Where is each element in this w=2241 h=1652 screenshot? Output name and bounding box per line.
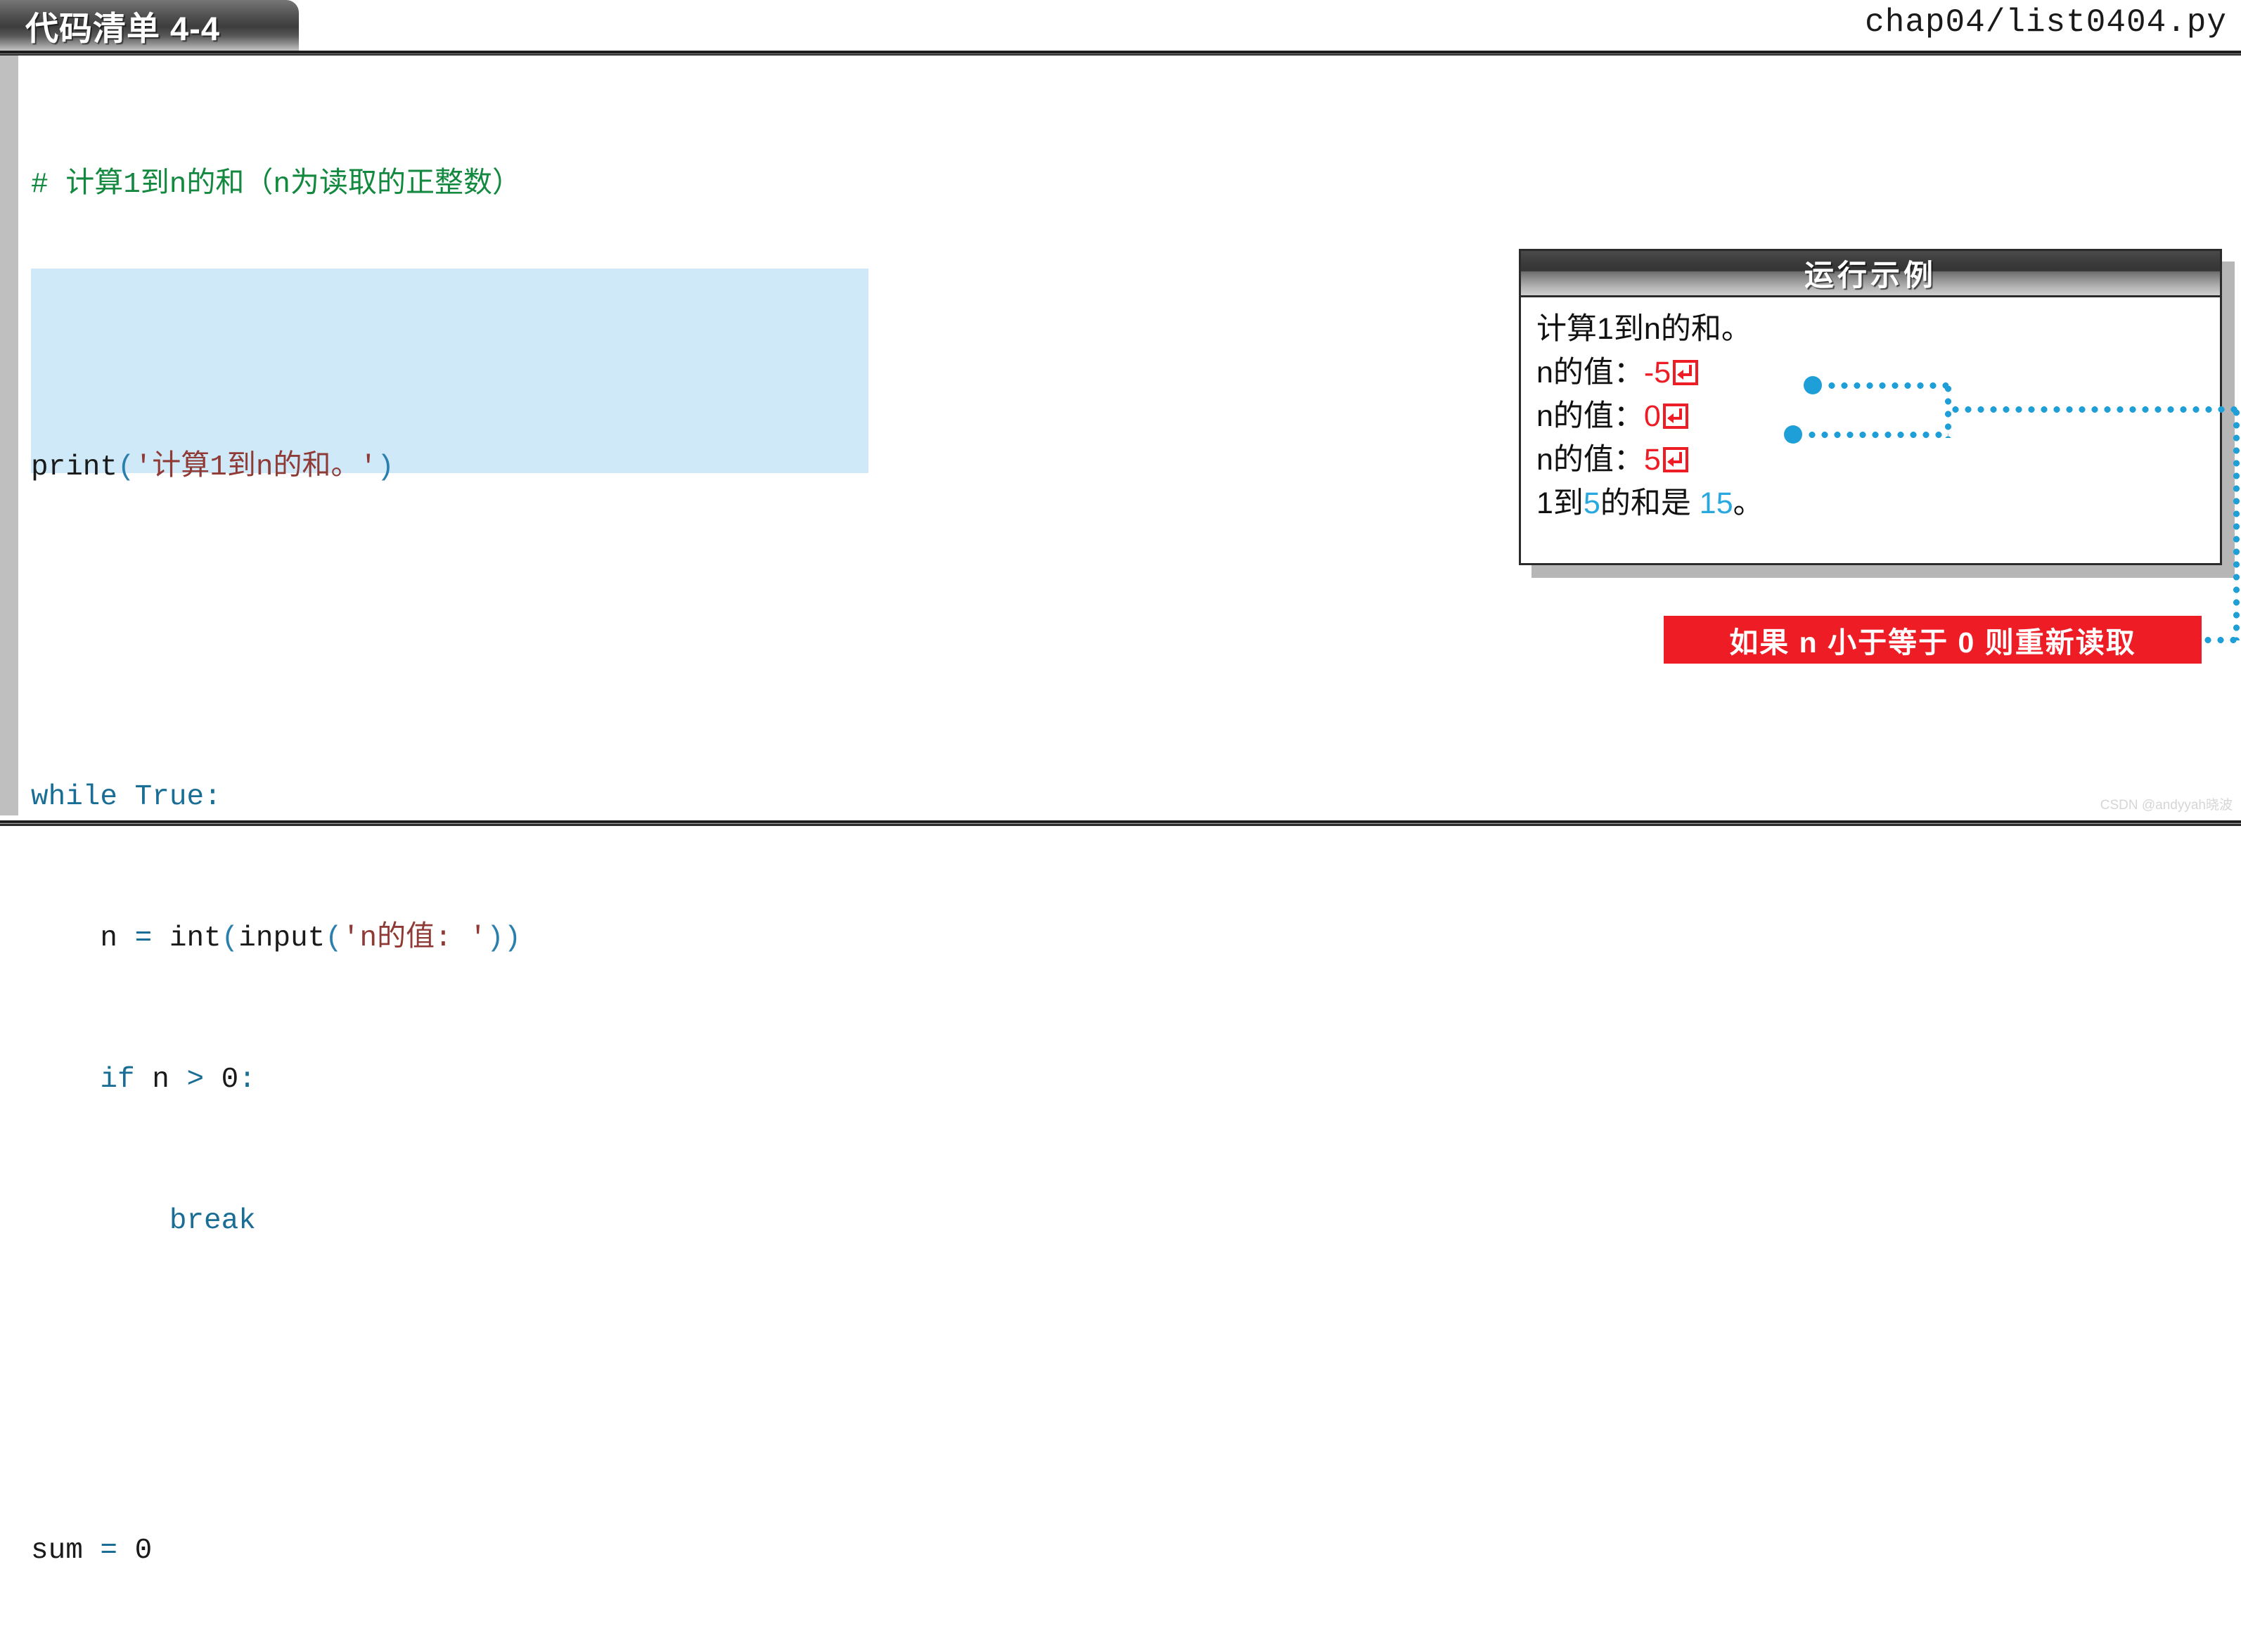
- listing-title-label: 代码清单 4-4: [25, 10, 220, 47]
- left-margin-rail: [0, 56, 18, 815]
- code-line: break: [169, 1205, 256, 1237]
- output-prompt: n的值：: [1536, 356, 1644, 389]
- enter-key-icon: [1662, 404, 1688, 429]
- code-line: # 计算1到n的和（n为读取的正整数）: [31, 162, 1479, 209]
- leader-main-horizontal: [1949, 406, 2239, 413]
- run-example-header: 运行示例: [1521, 251, 2220, 297]
- enter-key-icon: [1673, 360, 1699, 385]
- leader-right-vertical: [2233, 406, 2240, 640]
- output-prompt: n的值：: [1536, 399, 1644, 433]
- output-line: 计算1到n的和。: [1536, 307, 2220, 351]
- result-suffix: 。: [1733, 486, 1764, 520]
- code-string: 'n的值: ': [342, 922, 487, 955]
- output-result-line: 1到5的和是 15。: [1536, 482, 2220, 525]
- code-line: while True:: [31, 781, 221, 813]
- code-line: sum = 0: [31, 1535, 153, 1567]
- user-input-value: 5: [1643, 443, 1661, 477]
- user-input-value: -5: [1643, 356, 1671, 389]
- page-root: 代码清单 4-4 chap04/list0404.py # 计算1到n的和（n为…: [0, 0, 2241, 1567]
- output-line: n的值：5: [1536, 438, 2220, 482]
- listing-title-tab: 代码清单 4-4: [0, 0, 299, 51]
- annotation-callout: 如果 n 小于等于 0 则重新读取: [1664, 616, 2202, 664]
- annotation-callout-text: 如果 n 小于等于 0 则重新读取: [1729, 626, 2136, 659]
- leader-segment-lower: [1806, 432, 1948, 438]
- output-prompt: 计算1到n的和。: [1536, 312, 1752, 346]
- user-input-value: 0: [1643, 399, 1661, 433]
- source-filename: chap04/list0404.py: [1865, 4, 2227, 41]
- leader-dot-lower: [1784, 425, 1802, 444]
- code-string: '计算1到n的和。': [134, 451, 378, 484]
- code-line: if n > 0:: [100, 1064, 256, 1096]
- leader-dot-upper: [1804, 376, 1822, 394]
- code-comment: # 计算1到n的和（n为读取的正整数）: [31, 169, 522, 201]
- leader-segment-upper: [1825, 382, 1948, 389]
- run-example-title: 运行示例: [1804, 259, 1937, 292]
- result-prefix: 1到: [1536, 486, 1584, 520]
- code-line: n = int(input('n的值: ')): [31, 922, 522, 955]
- result-middle: 的和是: [1600, 486, 1700, 520]
- header-divider-rule: [0, 51, 2241, 56]
- watermark: CSDN @andyyah晓波: [2100, 798, 2233, 813]
- result-n-value: 5: [1583, 486, 1600, 520]
- code-highlight-band: [31, 269, 868, 473]
- code-line: print('计算1到n的和。'): [31, 451, 394, 484]
- output-prompt: n的值：: [1536, 443, 1644, 477]
- result-sum-value: 15: [1699, 486, 1733, 520]
- leader-into-callout: [2202, 637, 2238, 643]
- enter-key-icon: [1662, 447, 1688, 472]
